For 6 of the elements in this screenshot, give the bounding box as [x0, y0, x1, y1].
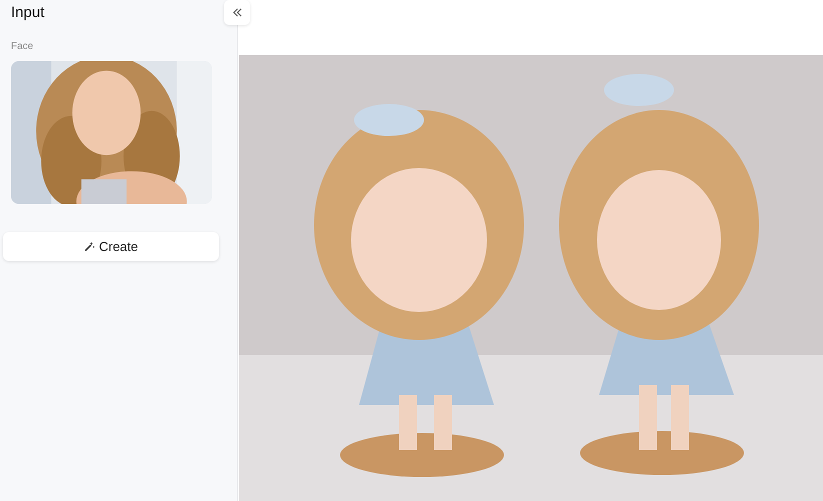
double-chevron-left-icon: [232, 7, 242, 18]
create-button[interactable]: Create: [3, 232, 219, 261]
collapse-button[interactable]: [224, 0, 250, 25]
magic-wand-icon: [84, 241, 95, 252]
field-label: Face: [11, 41, 34, 52]
panel-title: Input: [11, 4, 44, 21]
